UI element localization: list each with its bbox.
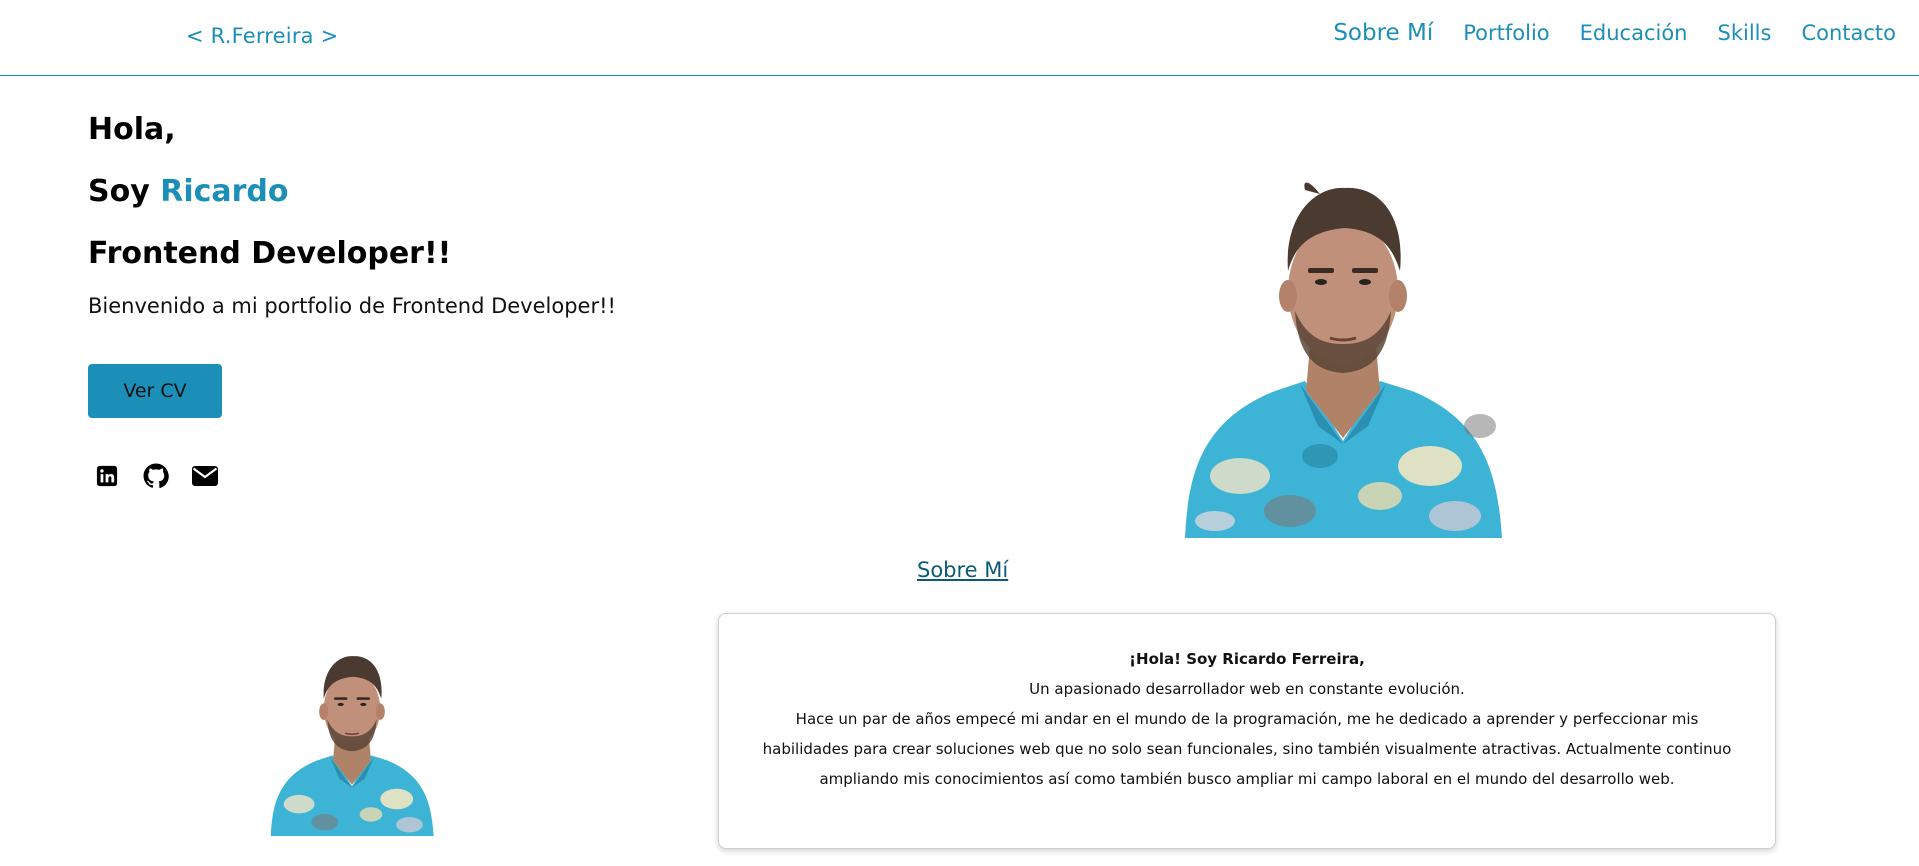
hero-role: Frontend Developer!! <box>88 236 452 271</box>
about-card: ¡Hola! Soy Ricardo Ferreira, Un apasiona… <box>718 613 1776 849</box>
brand-logo[interactable]: < R.Ferreira > <box>186 24 338 48</box>
nav-link-skills[interactable]: Skills <box>1718 21 1772 45</box>
section-title-sobre-mi[interactable]: Sobre Mí <box>917 558 1008 582</box>
profile-photo <box>1185 182 1502 538</box>
linkedin-icon[interactable] <box>94 463 120 489</box>
nav-link-sobre-mi[interactable]: Sobre Mí <box>1313 4 1454 62</box>
nav-link-contacto[interactable]: Contacto <box>1801 21 1896 45</box>
hero-name: Ricardo <box>160 174 289 209</box>
hero-greeting: Hola, <box>88 112 176 147</box>
github-icon[interactable] <box>143 463 169 489</box>
about-paragraph: Hace un par de años empecé mi andar en e… <box>762 710 1732 788</box>
hero-name-prefix: Soy <box>88 174 161 209</box>
about-profile-photo <box>270 656 434 836</box>
about-intro: Un apasionado desarrollador web en const… <box>1029 680 1465 698</box>
site-header: < R.Ferreira > Sobre Mí Portfolio Educac… <box>0 0 1919 76</box>
nav-link-portfolio[interactable]: Portfolio <box>1463 21 1549 45</box>
social-links <box>94 463 241 489</box>
main-nav: Sobre Mí Portfolio Educación Skills Cont… <box>1303 4 1896 62</box>
hero-subtitle: Bienvenido a mi portfolio de Frontend De… <box>88 294 616 318</box>
about-greeting: ¡Hola! Soy Ricardo Ferreira, <box>1129 650 1365 668</box>
nav-link-educacion[interactable]: Educación <box>1580 21 1688 45</box>
envelope-icon[interactable] <box>192 463 218 489</box>
hero-name-line: Soy Ricardo <box>88 174 289 209</box>
ver-cv-button[interactable]: Ver CV <box>88 364 222 418</box>
